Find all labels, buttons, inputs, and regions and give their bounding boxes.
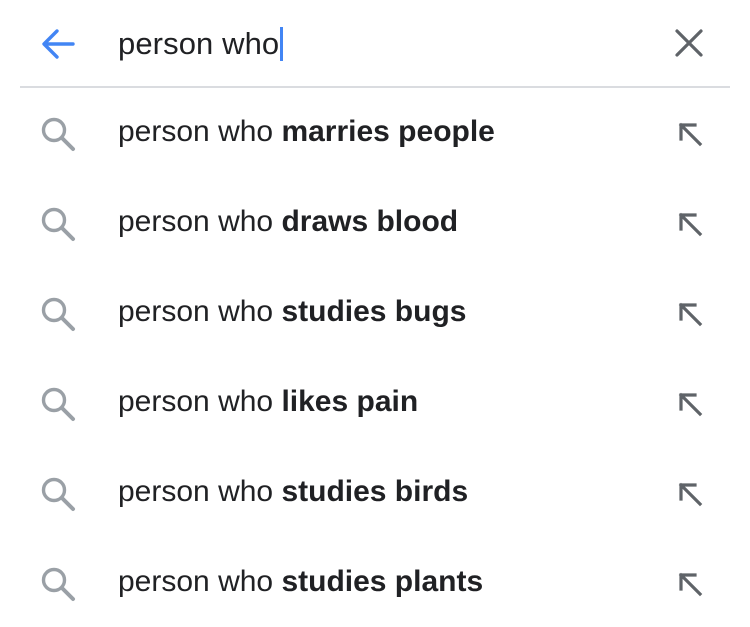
suggestion-completion: studies bugs [281, 295, 467, 328]
search-screen: person who person who marries people per… [0, 0, 750, 627]
suggestion-prefix: person who [118, 115, 282, 148]
suggestion-item[interactable]: person who draws blood [0, 178, 750, 268]
arrow-up-left-icon [678, 482, 703, 507]
suggestion-prefix: person who [118, 565, 282, 598]
arrow-up-left-icon [678, 122, 703, 147]
suggestion-text: person who studies birds [118, 472, 468, 512]
suggestion-prefix: person who [118, 295, 282, 328]
search-icon [41, 387, 75, 421]
close-icon [675, 29, 703, 57]
search-icon [41, 297, 75, 331]
suggestion-completion: studies plants [281, 565, 484, 598]
suggestion-item[interactable]: person who studies birds [0, 448, 750, 538]
fill-query-button[interactable] [672, 386, 708, 422]
arrow-left-icon [42, 29, 75, 59]
search-bar: person who [0, 0, 750, 86]
suggestion-item[interactable]: person who marries people [0, 88, 750, 178]
suggestion-text: person who likes pain [118, 382, 418, 422]
arrow-up-left-icon [678, 302, 703, 327]
search-icon [41, 117, 75, 151]
arrow-up-left-icon [678, 572, 703, 597]
search-query-text: person who [118, 26, 280, 61]
arrow-up-left-icon [678, 392, 703, 417]
suggestion-text: person who studies plants [118, 562, 483, 602]
suggestion-item[interactable]: person who studies bugs [0, 268, 750, 358]
suggestion-prefix: person who [118, 475, 282, 508]
suggestion-list: person who marries people person who dra… [0, 88, 750, 627]
search-input[interactable]: person who [118, 22, 284, 66]
suggestion-item[interactable]: person who likes pain [0, 358, 750, 448]
suggestion-completion: likes pain [281, 385, 419, 418]
suggestion-item[interactable]: person who studies plants [0, 538, 750, 627]
suggestion-text: person who marries people [118, 112, 495, 152]
suggestion-completion: marries people [281, 115, 495, 148]
fill-query-button[interactable] [672, 476, 708, 512]
suggestion-text: person who draws blood [118, 202, 458, 242]
suggestion-completion: draws blood [281, 205, 459, 238]
suggestion-prefix: person who [118, 205, 282, 238]
fill-query-button[interactable] [672, 116, 708, 152]
fill-query-button[interactable] [672, 296, 708, 332]
text-caret [280, 27, 284, 61]
suggestion-text: person who studies bugs [118, 292, 466, 332]
clear-button[interactable] [666, 20, 712, 66]
fill-query-button[interactable] [672, 206, 708, 242]
fill-query-button[interactable] [672, 566, 708, 602]
search-icon [41, 207, 75, 241]
arrow-up-left-icon [678, 212, 703, 237]
suggestion-prefix: person who [118, 385, 282, 418]
back-button[interactable] [36, 22, 80, 66]
search-icon [41, 567, 75, 601]
search-icon [41, 477, 75, 511]
suggestion-completion: studies birds [281, 475, 469, 508]
